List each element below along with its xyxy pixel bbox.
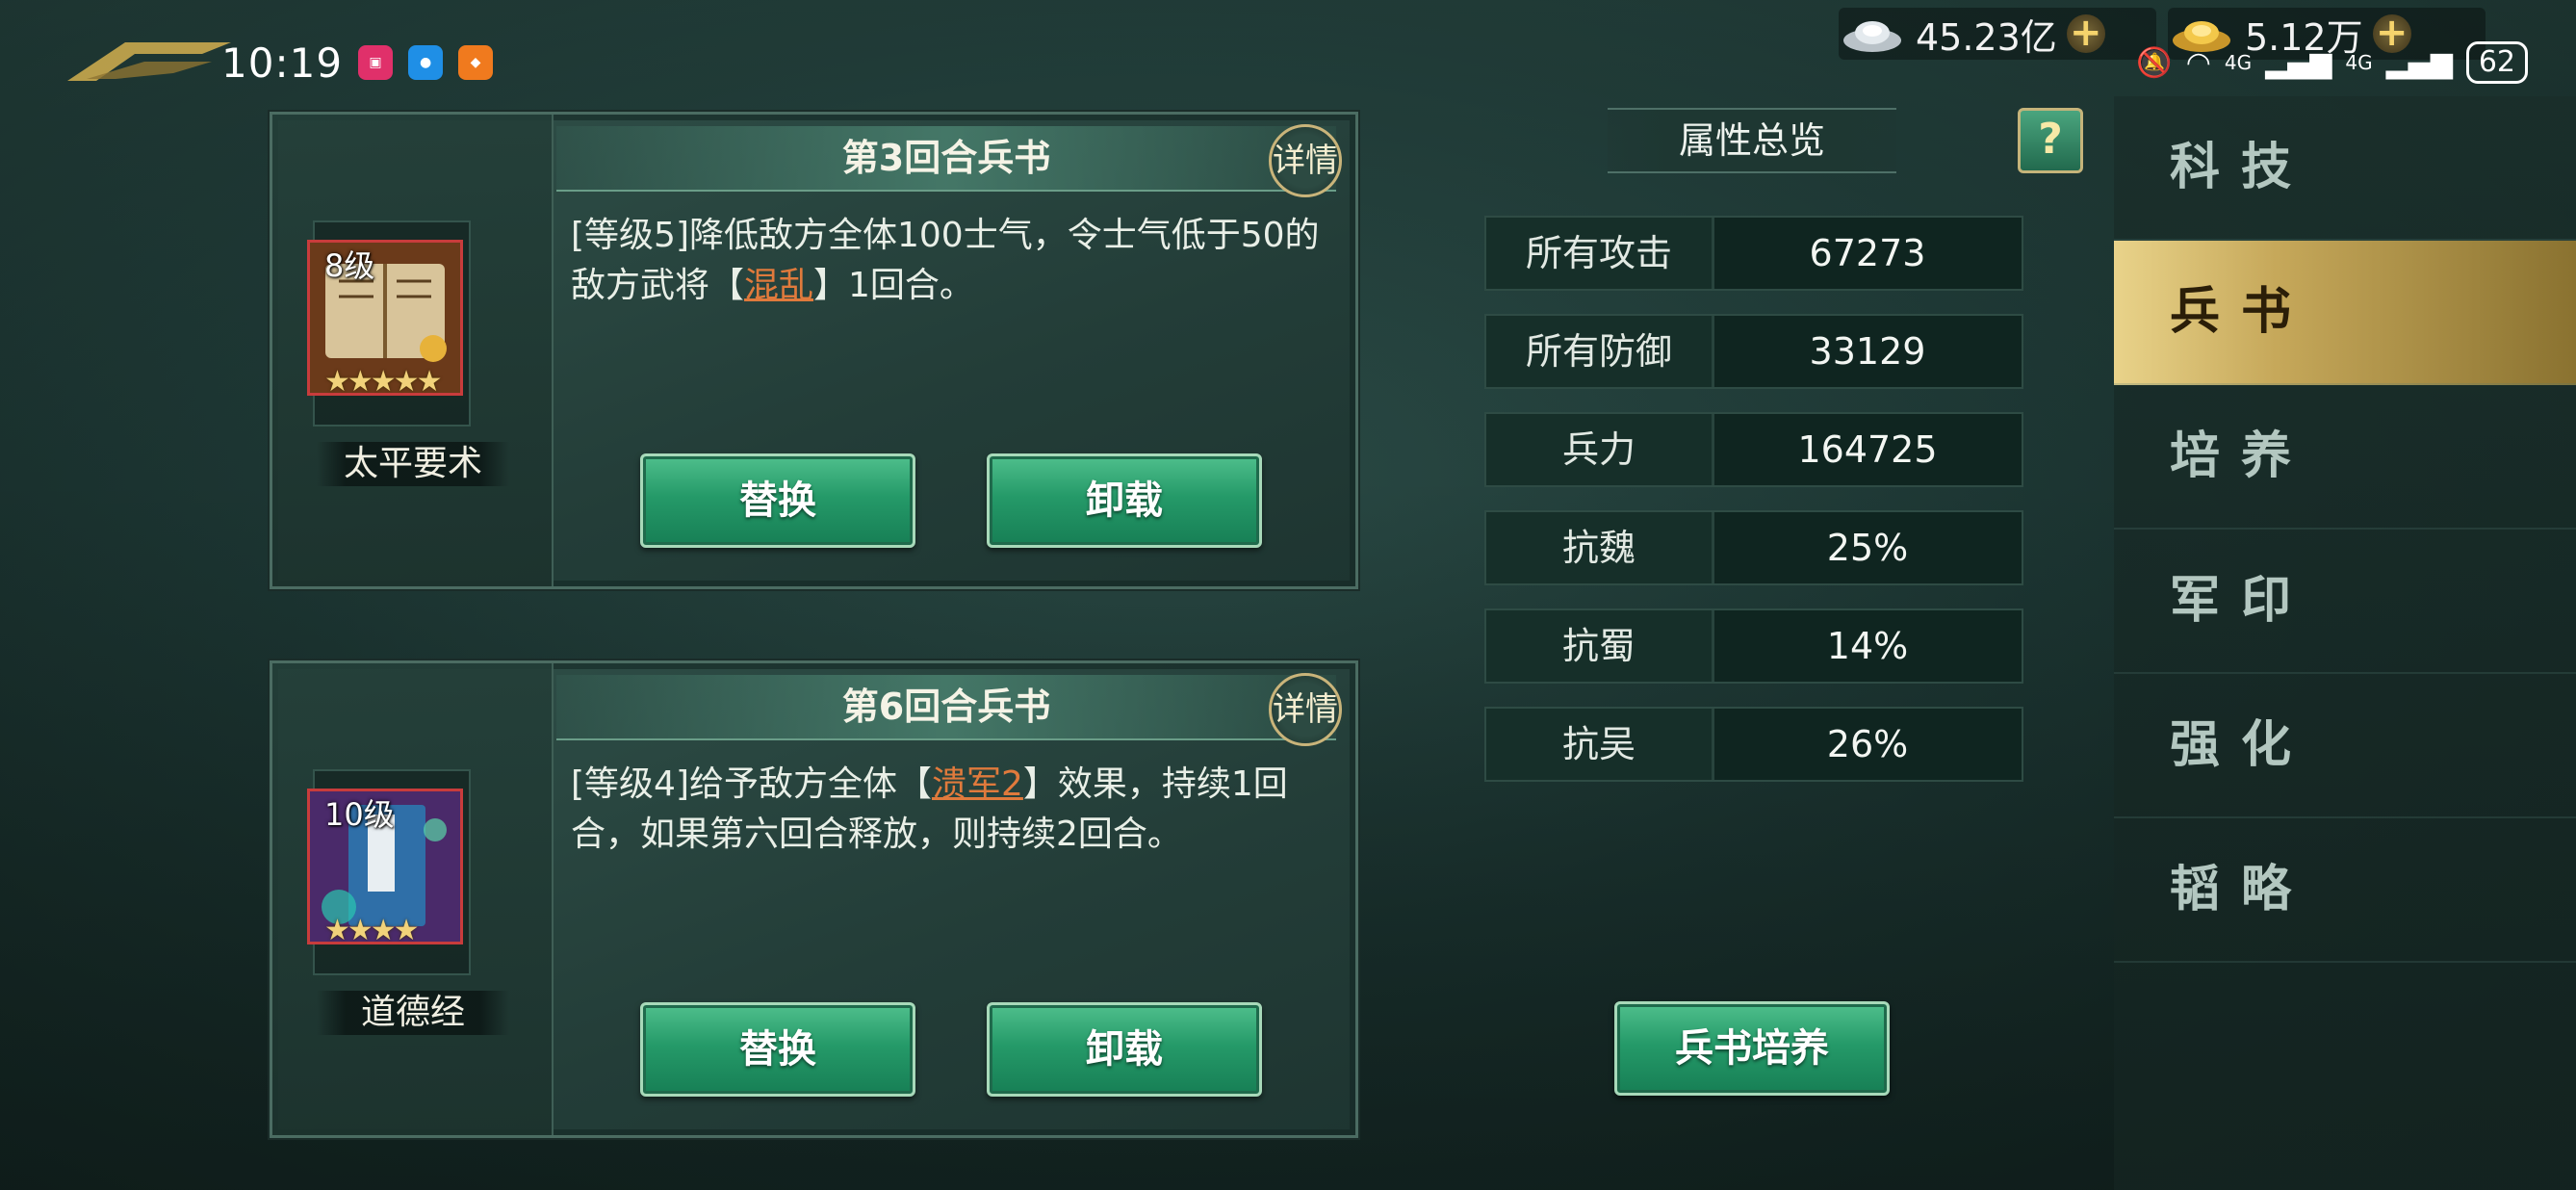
attribute-row-resist-shu: 抗蜀 14% [1484, 608, 2023, 684]
book-stars: ★★★★ [324, 914, 420, 947]
nav-label: 兵书 [2170, 283, 2313, 341]
card-title: 第6回合兵书 [841, 686, 1051, 728]
signal-icon: ▂▄▆ [2265, 45, 2332, 80]
app-notification-icon: ▣ [358, 45, 394, 80]
attribute-value: 67273 [1809, 232, 1926, 274]
description-text-end: 】1回合。 [813, 266, 974, 305]
nav-item-cultivate[interactable]: 培养 [2114, 385, 2576, 530]
side-nav: 科技 兵书 培养 军印 强化 韬略 [2114, 96, 2576, 1190]
book-name: 太平要术 [317, 442, 509, 486]
book-item-slot[interactable]: 10级 ★★★★ [307, 769, 471, 975]
status-bar-left: 10:19 ▣ ● ◆ [58, 29, 494, 96]
attribute-name: 抗吴 [1486, 709, 1714, 780]
unload-button[interactable]: 卸载 [987, 453, 1262, 548]
attribute-value: 25% [1826, 527, 1909, 569]
battery-indicator: 62 [2465, 41, 2528, 84]
book-description: [等级4]给予敌方全体【溃军2】效果，持续1回合，如果第六回合释放，则持续2回合… [571, 760, 1331, 860]
silver-ingot-icon [1843, 21, 1901, 52]
status-bar-right: 🔕 ◠ 4G ▂▄▆ 4G ▂▄▆ 62 [2136, 29, 2528, 96]
replace-button[interactable]: 替换 [640, 453, 915, 548]
attribute-value: 26% [1826, 723, 1909, 765]
silver-amount: 45.23亿 [1916, 15, 2057, 59]
nav-item-troop-book[interactable]: 兵书 [2114, 241, 2576, 385]
book-stars: ★★★★★ [324, 365, 442, 399]
nav-item-strategy[interactable]: 韬略 [2114, 818, 2576, 963]
unload-button[interactable]: 卸载 [987, 1002, 1262, 1097]
attribute-name: 兵力 [1486, 414, 1714, 485]
add-silver-button[interactable]: + [2066, 13, 2105, 53]
nav-label: 韬略 [2170, 861, 2313, 918]
shop-icon: ◆ [458, 45, 494, 80]
network-label-a: 4G [2224, 51, 2253, 74]
nav-label: 强化 [2170, 716, 2313, 774]
effect-link[interactable]: 溃军2 [932, 764, 1023, 804]
troop-book-card-round6: 10级 ★★★★ 道德经 第6回合兵书 详情 [等级4]给予敌方全体【溃军2】效… [270, 660, 1358, 1138]
replace-button[interactable]: 替换 [640, 1002, 915, 1097]
book-level: 8级 [324, 247, 375, 284]
wifi-icon: ◠ [2185, 45, 2211, 80]
nav-item-enhance[interactable]: 强化 [2114, 674, 2576, 818]
effect-link[interactable]: 混乱 [744, 266, 813, 305]
detail-button[interactable]: 详情 [1269, 673, 1342, 746]
attribute-value: 14% [1826, 625, 1909, 667]
attribute-name: 所有防御 [1486, 316, 1714, 387]
nav-label: 军印 [2170, 572, 2313, 630]
attribute-name: 抗魏 [1486, 512, 1714, 583]
silver-currency: 45.23亿 + [1839, 8, 2156, 60]
attribute-name: 抗蜀 [1486, 610, 1714, 682]
card-header: 第6回合兵书 [556, 675, 1336, 740]
nav-item-tech[interactable]: 科技 [2114, 96, 2576, 241]
attribute-value: 33129 [1809, 330, 1926, 373]
nav-label: 科技 [2170, 139, 2313, 196]
attribute-name: 所有攻击 [1486, 218, 1714, 289]
help-button[interactable]: ? [2018, 108, 2083, 173]
attribute-row-resist-wu: 抗吴 26% [1484, 707, 2023, 782]
attribute-row-resist-wei: 抗魏 25% [1484, 510, 2023, 585]
card-title: 第3回合兵书 [841, 137, 1051, 179]
book-description: [等级5]降低敌方全体100士气，令士气低于50的敌方武将【混乱】1回合。 [571, 211, 1331, 311]
game-logo [58, 37, 241, 89]
signal-icon: ▂▄▆ [2385, 45, 2453, 80]
book-name: 道德经 [317, 991, 509, 1035]
attribute-row-defense: 所有防御 33129 [1484, 314, 2023, 389]
network-label-b: 4G [2345, 51, 2373, 74]
nav-label: 培养 [2170, 427, 2313, 485]
attribute-row-troops: 兵力 164725 [1484, 412, 2023, 487]
chat-icon: ● [408, 45, 444, 80]
attribute-row-attack: 所有攻击 67273 [1484, 216, 2023, 291]
mute-icon: 🔕 [2136, 45, 2173, 80]
attribute-value: 164725 [1797, 428, 1938, 471]
troop-book-card-round3: 8级 ★★★★★ 太平要术 第3回合兵书 详情 [等级5]降低敌方全体100士气… [270, 112, 1358, 589]
detail-button[interactable]: 详情 [1269, 124, 1342, 197]
description-text: [等级4]给予敌方全体【 [571, 764, 932, 804]
book-training-button[interactable]: 兵书培养 [1614, 1001, 1890, 1096]
book-item-slot[interactable]: 8级 ★★★★★ [307, 220, 471, 427]
attribute-overview-title: 属性总览 [1608, 108, 1896, 173]
nav-item-army-seal[interactable]: 军印 [2114, 530, 2576, 674]
book-level: 10级 [324, 796, 395, 833]
card-header: 第3回合兵书 [556, 126, 1336, 192]
